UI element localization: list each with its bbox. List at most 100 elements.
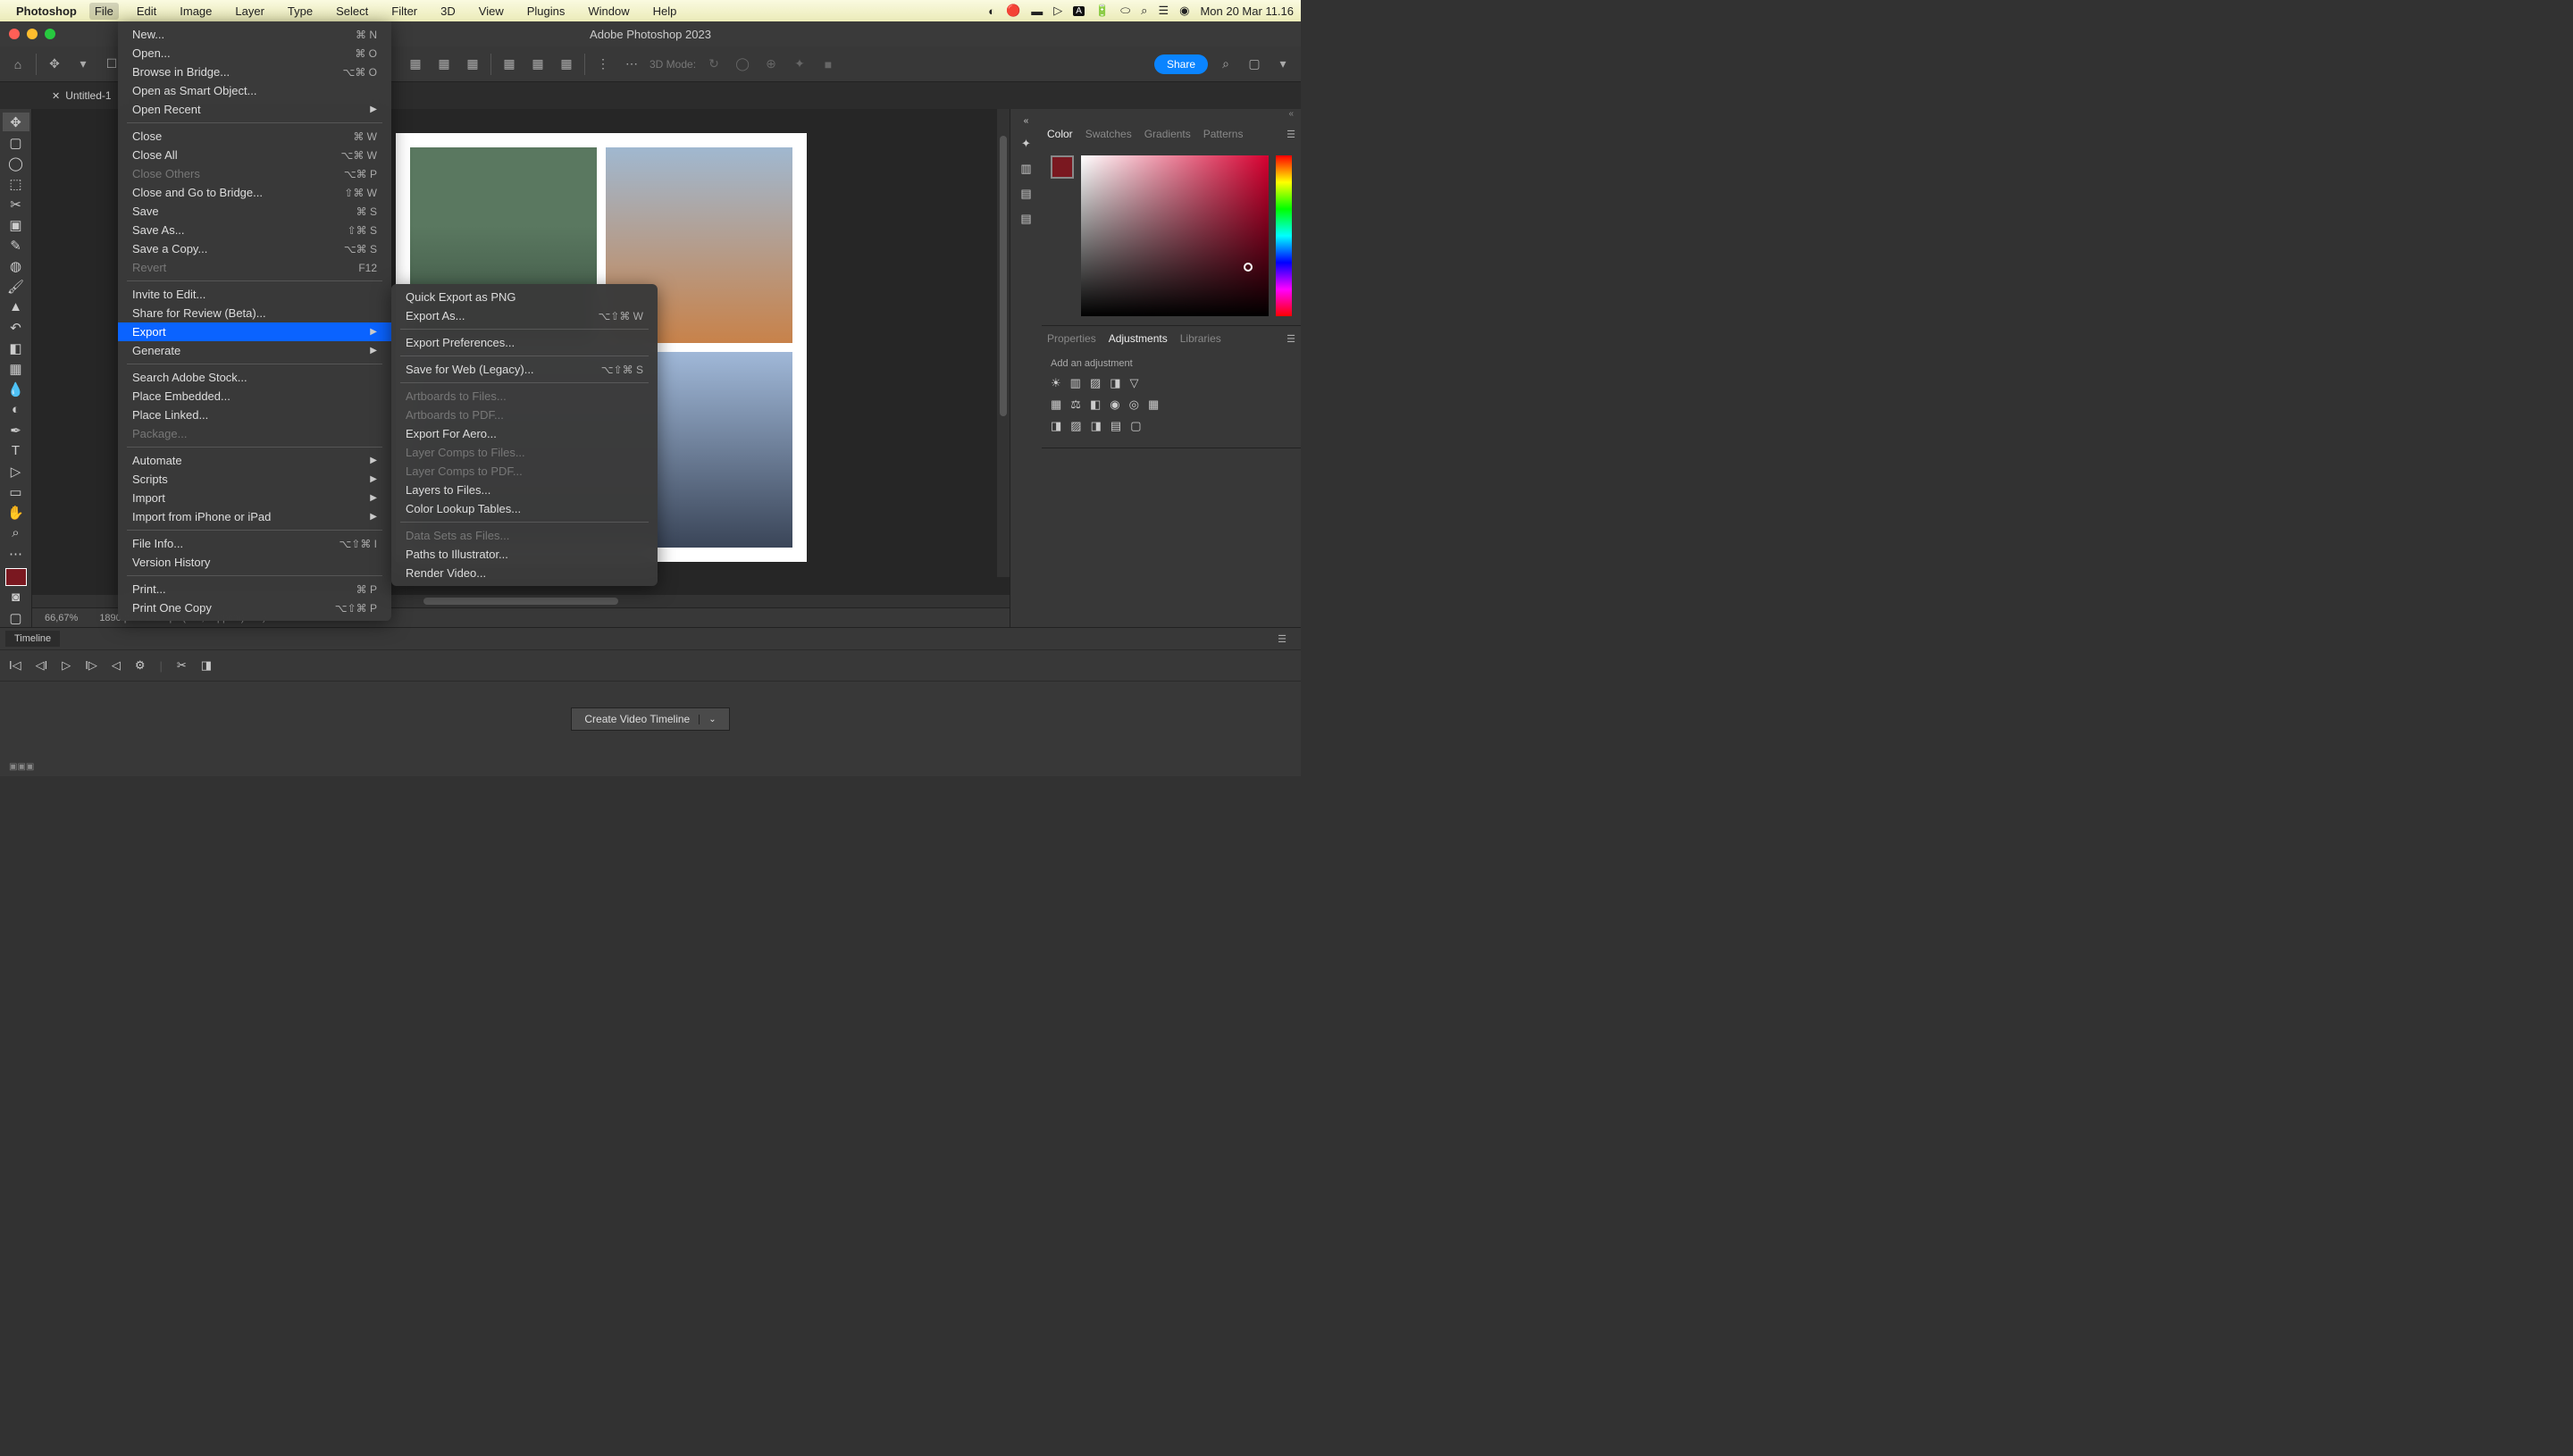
document-tab[interactable]: ✕ Untitled-1 bbox=[43, 89, 121, 102]
prev-frame-icon[interactable]: ◁I bbox=[36, 658, 48, 673]
file-menu-item-place-embedded[interactable]: Place Embedded... bbox=[118, 387, 391, 406]
record-icon[interactable]: 🔴 bbox=[1006, 4, 1020, 18]
window-close[interactable] bbox=[9, 29, 20, 39]
export-menu-item-export-preferences[interactable]: Export Preferences... bbox=[391, 333, 658, 352]
histogram-icon[interactable]: ✦ bbox=[1021, 137, 1031, 151]
file-menu-item-print-one-copy[interactable]: Print One Copy⌥⇧⌘ P bbox=[118, 598, 391, 617]
chevron-down-icon[interactable]: ⌄ bbox=[699, 715, 716, 724]
vertical-scrollbar[interactable] bbox=[997, 109, 1010, 577]
gradient-map-icon[interactable]: ▤ bbox=[1110, 419, 1121, 433]
threshold-icon[interactable]: ◨ bbox=[1091, 419, 1102, 433]
marquee-tool[interactable]: ▢ bbox=[3, 133, 29, 152]
timeline-zoom-icon[interactable]: ▣▣▣ bbox=[9, 762, 34, 772]
3d-roll-icon[interactable]: ⊕ bbox=[760, 54, 782, 75]
libraries-tab[interactable]: Libraries bbox=[1180, 332, 1221, 345]
edit-toolbar[interactable]: ⋯ bbox=[3, 544, 29, 563]
export-menu-item-save-for-web-legacy[interactable]: Save for Web (Legacy)...⌥⇧⌘ S bbox=[391, 360, 658, 379]
file-menu-item-place-linked[interactable]: Place Linked... bbox=[118, 406, 391, 424]
more-icon[interactable]: ⋯ bbox=[621, 54, 642, 75]
file-menu-item-open-as-smart-object[interactable]: Open as Smart Object... bbox=[118, 81, 391, 100]
quickmask-tool[interactable]: ◙ bbox=[3, 588, 29, 607]
export-menu-item-layers-to-files[interactable]: Layers to Files... bbox=[391, 481, 658, 499]
channel-mixer-icon[interactable]: ◎ bbox=[1129, 397, 1139, 412]
menu-help[interactable]: Help bbox=[648, 3, 683, 20]
exposure-icon[interactable]: ◨ bbox=[1110, 376, 1120, 390]
file-menu-item-browse-in-bridge[interactable]: Browse in Bridge...⌥⌘ O bbox=[118, 63, 391, 81]
move-tool[interactable]: ✥ bbox=[3, 113, 29, 131]
app-name[interactable]: Photoshop bbox=[16, 4, 77, 18]
file-menu-item-invite-to-edit[interactable]: Invite to Edit... bbox=[118, 285, 391, 304]
invert-icon[interactable]: ◨ bbox=[1051, 419, 1061, 433]
vibrance-icon[interactable]: ▽ bbox=[1130, 376, 1139, 390]
align-middle-icon[interactable]: ▦ bbox=[527, 54, 549, 75]
patterns-tab[interactable]: Patterns bbox=[1203, 128, 1244, 140]
play-icon[interactable]: ▷ bbox=[62, 658, 71, 673]
menu-layer[interactable]: Layer bbox=[230, 3, 270, 20]
workspace-icon[interactable]: ▢ bbox=[1244, 54, 1265, 75]
wifi-icon[interactable]: ⬭ bbox=[1120, 4, 1130, 18]
file-menu-item-version-history[interactable]: Version History bbox=[118, 553, 391, 572]
file-menu-item-save-as[interactable]: Save As...⇧⌘ S bbox=[118, 221, 391, 239]
panel-collapse-icon[interactable]: « bbox=[1042, 109, 1301, 121]
align-bottom-icon[interactable]: ▦ bbox=[556, 54, 577, 75]
gradient-tool[interactable]: ▦ bbox=[3, 359, 29, 378]
hue-slider[interactable] bbox=[1276, 155, 1292, 316]
export-menu-item-quick-export-as-png[interactable]: Quick Export as PNG bbox=[391, 288, 658, 306]
file-menu-item-open-recent[interactable]: Open Recent▶ bbox=[118, 100, 391, 119]
frame-tool[interactable]: ▣ bbox=[3, 215, 29, 234]
3d-camera-icon[interactable]: ■ bbox=[817, 54, 839, 75]
align-center-icon[interactable]: ▦ bbox=[433, 54, 455, 75]
distribute-icon[interactable]: ⋮ bbox=[592, 54, 614, 75]
file-menu-item-save-a-copy[interactable]: Save a Copy...⌥⌘ S bbox=[118, 239, 391, 258]
align-right-icon[interactable]: ▦ bbox=[462, 54, 483, 75]
info-panel-icon[interactable]: ▤ bbox=[1020, 187, 1031, 201]
color-lookup-icon[interactable]: ▦ bbox=[1148, 397, 1159, 412]
control-center-icon[interactable]: ☰ bbox=[1158, 4, 1169, 18]
bw-icon[interactable]: ◧ bbox=[1090, 397, 1101, 412]
posterize-icon[interactable]: ▨ bbox=[1070, 419, 1081, 433]
tray-icon[interactable]: ▬ bbox=[1031, 4, 1043, 18]
menu-image[interactable]: Image bbox=[174, 3, 217, 20]
zoom-level[interactable]: 66,67% bbox=[41, 613, 81, 623]
file-menu-item-scripts[interactable]: Scripts▶ bbox=[118, 470, 391, 489]
levels-icon[interactable]: ▥ bbox=[1020, 162, 1031, 176]
window-maximize[interactable] bbox=[45, 29, 55, 39]
type-tool[interactable]: T bbox=[3, 441, 29, 460]
export-menu-item-paths-to-illustrator[interactable]: Paths to Illustrator... bbox=[391, 545, 658, 564]
color-field[interactable] bbox=[1081, 155, 1269, 316]
create-timeline-button[interactable]: Create Video Timeline ⌄ bbox=[571, 707, 729, 731]
pen-tool[interactable]: ✒ bbox=[3, 421, 29, 439]
file-menu-item-automate[interactable]: Automate▶ bbox=[118, 451, 391, 470]
eyedropper-tool[interactable]: ✎ bbox=[3, 236, 29, 255]
file-menu-item-import-from-iphone-or-ipad[interactable]: Import from iPhone or iPad▶ bbox=[118, 507, 391, 526]
split-icon[interactable]: ✂ bbox=[177, 658, 187, 673]
color-balance-icon[interactable]: ⚖ bbox=[1070, 397, 1081, 412]
file-menu-item-close[interactable]: Close⌘ W bbox=[118, 127, 391, 146]
export-menu-item-color-lookup-tables[interactable]: Color Lookup Tables... bbox=[391, 499, 658, 518]
crop-tool[interactable]: ✂ bbox=[3, 195, 29, 213]
menu-window[interactable]: Window bbox=[582, 3, 634, 20]
fg-color-swatch[interactable] bbox=[1051, 155, 1074, 179]
file-menu-item-open[interactable]: Open...⌘ O bbox=[118, 44, 391, 63]
menu-filter[interactable]: Filter bbox=[386, 3, 423, 20]
brush-tool[interactable]: 🖌 bbox=[3, 277, 29, 296]
status-icon[interactable]: ◐ bbox=[988, 4, 995, 18]
search-icon[interactable]: ⌕ bbox=[1215, 54, 1236, 75]
align-left-icon[interactable]: ▦ bbox=[405, 54, 426, 75]
window-minimize[interactable] bbox=[27, 29, 38, 39]
dropdown-icon[interactable]: ▾ bbox=[72, 54, 94, 75]
file-menu-item-file-info[interactable]: File Info...⌥⇧⌘ I bbox=[118, 534, 391, 553]
menu-select[interactable]: Select bbox=[331, 3, 373, 20]
share-button[interactable]: Share bbox=[1154, 54, 1208, 74]
file-menu-item-search-adobe-stock[interactable]: Search Adobe Stock... bbox=[118, 368, 391, 387]
audio-icon[interactable]: ⚙ bbox=[135, 658, 146, 673]
blur-tool[interactable]: 💧 bbox=[3, 380, 29, 398]
photo-filter-icon[interactable]: ◉ bbox=[1110, 397, 1119, 412]
panel-menu-icon[interactable]: ☰ bbox=[1286, 333, 1295, 345]
hand-tool[interactable]: ✋ bbox=[3, 503, 29, 522]
color-swatch[interactable] bbox=[5, 568, 27, 586]
siri-icon[interactable]: ◉ bbox=[1179, 4, 1189, 18]
brightness-icon[interactable]: ☀ bbox=[1051, 376, 1061, 390]
file-menu-item-save[interactable]: Save⌘ S bbox=[118, 202, 391, 221]
selective-color-icon[interactable]: ▢ bbox=[1130, 419, 1141, 433]
